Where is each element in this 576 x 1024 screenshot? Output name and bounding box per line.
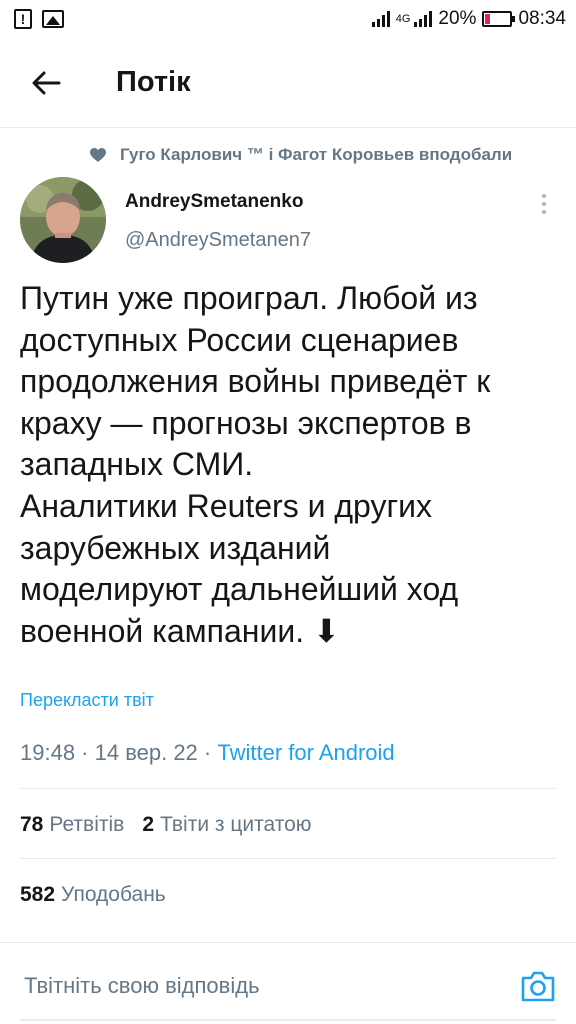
tweet-text-line: продолжения войны приведёт к [20,363,491,400]
signal-icon-secondary [414,11,433,27]
likes-stat[interactable]: 582 Уподобань [20,883,166,907]
tweet-text-line: западных СМИ. [20,446,254,483]
tweet-timestamp: 19:48 · 14 вер. 22 · [20,740,218,765]
arrow-left-icon [32,71,61,94]
social-context-text: Гуго Карлович ™ і Фагот Коровьев вподоба… [120,145,513,164]
likes-label: Уподобань [61,883,166,906]
retweet-stats: 78 Ретвітів 2 Твіти з цитатою [20,813,312,837]
tweet-text-line: моделируют дальнейший ход [20,571,459,608]
reply-underline [20,1019,556,1021]
quotes-count: 2 [142,813,154,836]
more-options-button[interactable] [530,188,558,220]
social-context[interactable]: Гуго Карлович ™ і Фагот Коровьев вподоба… [90,145,512,165]
quotes-label: Твіти з цитатою [160,813,312,836]
reply-input[interactable]: Твітніть свою відповідь [24,973,260,999]
divider [20,788,556,789]
tweet-text-line: зарубежных изданий [20,529,331,566]
tweet-source-link[interactable]: Twitter for Android [217,740,394,765]
reply-bar: Твітніть свою відповідь [0,942,576,1024]
tweet-text-line: военной кампании. ⬇ [20,612,340,649]
camera-button[interactable] [520,969,556,1003]
back-button[interactable] [22,59,70,107]
divider [20,858,556,859]
clock: 08:34 [518,8,566,29]
more-vertical-icon [542,194,546,198]
tweet-text-line: краху — прогнозы экспертов в [20,404,472,441]
alert-notification-icon: ! [14,9,32,29]
tweet-text-line: Аналитики Reuters и других [20,487,433,524]
like-stats: 582 Уподобань [20,883,166,907]
camera-icon [521,971,555,1002]
battery-icon [482,11,516,27]
signal-icon [371,11,390,27]
author-handle: @AndreySmetanen7 [125,229,311,251]
status-bar: ! 4G 20% 08:34 [0,0,576,38]
tweet-text-line: Путин уже проиграл. Любой из [20,280,478,316]
top-app-bar: Потік [0,38,576,128]
avatar-photo [20,177,106,263]
retweets-label: Ретвітів [49,813,125,836]
avatar[interactable] [20,177,106,263]
author-name[interactable]: AndreySmetanenko [125,191,303,213]
network-type: 4G [395,12,411,25]
image-notification-icon [42,10,64,28]
likes-count: 582 [20,883,56,906]
heart-icon [90,147,106,162]
page-title: Потік [116,66,191,98]
retweets-stat[interactable]: 78 Ретвітів [20,813,124,837]
translate-tweet-link[interactable]: Перекласти твіт [20,690,154,711]
battery-percent: 20% [438,8,477,29]
battery-level [485,14,491,24]
tweet-text-line: доступных России сценариев [20,321,459,358]
tweet-meta: 19:48 · 14 вер. 22 · Twitter for Android [20,740,395,766]
quotes-stat[interactable]: 2 Твіти з цитатою [142,813,311,837]
retweets-count: 78 [20,813,44,836]
tweet-text: Путин уже проиграл. Любой из доступных Р… [20,278,566,652]
